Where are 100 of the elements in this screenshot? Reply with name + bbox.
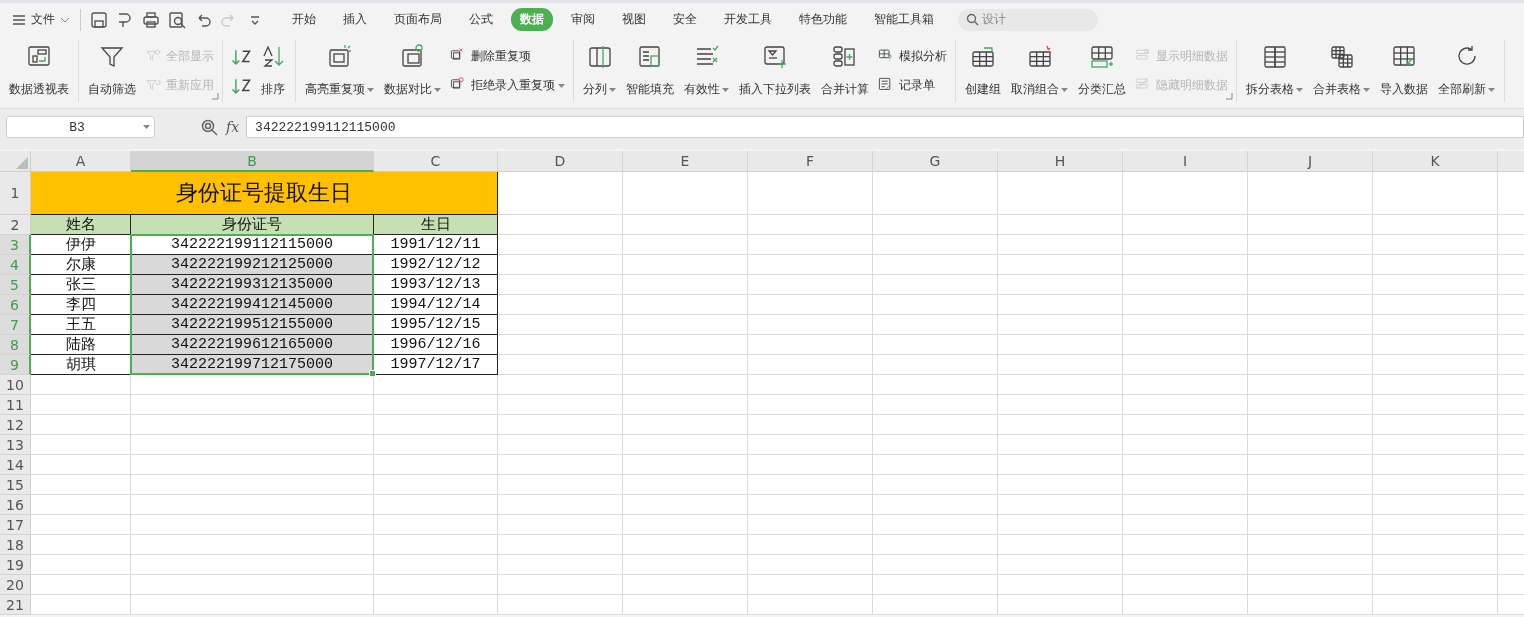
ribbon-button[interactable]: 高亮重复项 <box>301 40 378 102</box>
zoom-icon[interactable] <box>201 118 218 136</box>
ribbon-tab[interactable]: 特色功能 <box>790 8 856 31</box>
ribbon-button[interactable] <box>231 48 251 65</box>
table-icon <box>1026 44 1053 70</box>
ribbon-tab[interactable]: 智能工具箱 <box>865 8 943 31</box>
formula-field[interactable]: 342222199112115000 <box>246 116 1524 138</box>
ribbon-button[interactable]: 创建组 <box>961 40 1005 102</box>
selection-border[interactable] <box>130 234 374 375</box>
row-header[interactable]: 18 <box>0 535 31 555</box>
row-header[interactable]: 21 <box>0 595 31 615</box>
preview-icon[interactable] <box>167 9 187 30</box>
ribbon-tab[interactable]: 页面布局 <box>385 8 451 31</box>
filter-icon <box>99 44 125 70</box>
ribbon-button[interactable]: 智能填充 <box>622 40 678 102</box>
table-cell: 342222199612165000 <box>131 335 374 355</box>
ribbon-button[interactable]: 有效性 <box>680 40 733 102</box>
row-header[interactable]: 19 <box>0 555 31 575</box>
table-cell: 1991/12/11 <box>374 235 498 255</box>
table-cell: 王五 <box>31 315 131 335</box>
row-header[interactable]: 20 <box>0 575 31 595</box>
ribbon-button[interactable]: 数据对比 <box>380 40 445 102</box>
ribbon-button[interactable]: 拆分表格 <box>1242 40 1307 102</box>
column-heading: 身份证号 <box>131 215 374 235</box>
ribbon-tab[interactable]: 审阅 <box>562 8 604 31</box>
row-header[interactable]: 14 <box>0 455 31 475</box>
ribbon-button[interactable]: 模拟分析 <box>878 47 947 66</box>
dropdown-caret-icon <box>434 87 441 92</box>
column-heading: 生日 <box>374 215 498 235</box>
table-cell: 1995/12/15 <box>374 315 498 335</box>
dropdown-caret-icon <box>1296 87 1303 92</box>
dropdown-caret-icon <box>143 125 150 129</box>
table-cell: 李四 <box>31 295 131 315</box>
print-icon[interactable] <box>141 9 161 30</box>
table-icon <box>326 44 353 70</box>
dropdown-caret-icon <box>1363 87 1370 92</box>
ribbon-button[interactable]: 导入数据 <box>1376 40 1432 102</box>
table-icon <box>399 44 426 70</box>
dropdown-caret-icon <box>367 87 374 92</box>
ribbon-button[interactable]: 分类汇总 <box>1074 40 1130 102</box>
dropdown-caret-icon <box>1488 87 1495 92</box>
row-header[interactable]: 15 <box>0 475 31 495</box>
table-icon <box>637 44 663 70</box>
row-header[interactable]: 11 <box>0 395 31 415</box>
ribbon-button[interactable]: 插入下拉列表 <box>735 40 815 102</box>
name-box[interactable]: B3 <box>6 116 155 138</box>
ribbon-tab[interactable]: 公式 <box>460 8 502 31</box>
ribbon-button[interactable]: 数据透视表 <box>5 40 73 102</box>
ribbon-tab[interactable]: 插入 <box>334 8 376 31</box>
row-header[interactable]: 12 <box>0 415 31 435</box>
function-button[interactable]: fx <box>226 119 240 135</box>
ribbon-button[interactable]: 拒绝录入重复项 <box>450 76 565 95</box>
ribbon-tab[interactable]: 视图 <box>613 8 655 31</box>
row-header[interactable]: 10 <box>0 375 31 395</box>
ribbon-button[interactable]: 合并计算 <box>817 40 873 102</box>
ribbon-button[interactable]: 取消组合 <box>1007 40 1072 102</box>
file-menu[interactable]: 文件 <box>12 8 81 31</box>
table-cell: 伊伊 <box>31 235 131 255</box>
row-header[interactable]: 13 <box>0 435 31 455</box>
dropdown-caret-icon <box>609 87 616 92</box>
column-heading: 姓名 <box>31 215 131 235</box>
ribbon-tab[interactable]: 开发工具 <box>715 8 781 31</box>
table-cell: 胡琪 <box>31 355 131 375</box>
ribbon-button[interactable] <box>231 77 251 94</box>
table-icon <box>1089 44 1115 70</box>
table-cell: 342222199512155000 <box>131 315 374 335</box>
table-cell: 342222199312135000 <box>131 275 374 295</box>
search-icon <box>966 13 979 26</box>
ribbon-button[interactable]: 排序 <box>256 40 290 102</box>
ribbon-button[interactable]: 分列 <box>579 40 620 102</box>
ribbon-tab[interactable]: 开始 <box>283 8 325 31</box>
save-icon[interactable] <box>89 9 109 30</box>
table-cell: 342222199412145000 <box>131 295 374 315</box>
row-header[interactable]: 16 <box>0 495 31 515</box>
ribbon-button[interactable]: 删除重复项 <box>450 47 565 66</box>
row-header[interactable]: 1 <box>0 172 31 215</box>
table-icon <box>970 44 996 70</box>
chevron-down-icon <box>60 16 70 23</box>
ribbon-button[interactable]: 自动筛选 <box>84 40 140 102</box>
columns-icon <box>586 44 613 70</box>
dropdown-caret-icon <box>1061 87 1068 92</box>
table-icon <box>1328 44 1355 70</box>
table-cell: 张三 <box>31 275 131 295</box>
table-cell: 1996/12/16 <box>374 335 498 355</box>
ribbon-button[interactable]: 记录单 <box>878 76 947 95</box>
sort-ascending-icon <box>231 48 251 65</box>
ribbon-button[interactable]: 全部刷新 <box>1434 40 1499 102</box>
table-cell: 1992/12/12 <box>374 255 498 275</box>
table-cell: 陆路 <box>31 335 131 355</box>
ribbon-button[interactable]: 合并表格 <box>1309 40 1374 102</box>
sort-icon <box>260 44 286 70</box>
list-icon <box>762 44 788 70</box>
table-cell: 342222199212125000 <box>131 255 374 275</box>
ribbon-tab[interactable]: 安全 <box>664 8 706 31</box>
row-header[interactable]: 2 <box>0 215 31 235</box>
sort-descending-icon <box>231 77 251 94</box>
table-title: 身份证号提取生日 <box>31 172 498 215</box>
dropdown-caret-icon <box>558 83 565 88</box>
row-header[interactable]: 17 <box>0 515 31 535</box>
table-cell: 尔康 <box>31 255 131 275</box>
